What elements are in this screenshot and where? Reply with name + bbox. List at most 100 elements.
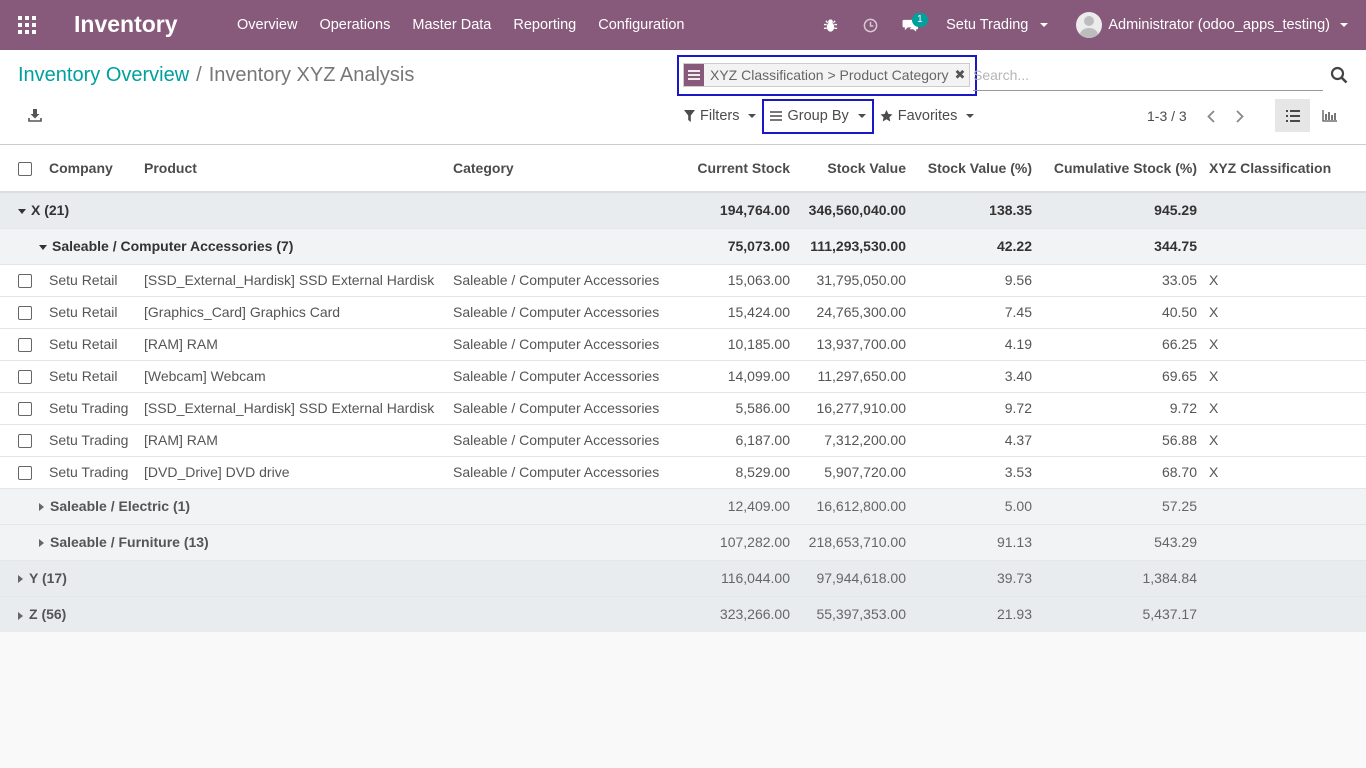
favorites-button[interactable]: Favorites: [874, 100, 981, 132]
cell-stock: 14,099.00: [679, 359, 796, 392]
group-value-pct: 138.35: [912, 191, 1038, 228]
group-row-furniture[interactable]: Saleable / Furniture (13) 107,282.00 218…: [0, 523, 1366, 560]
group-cum-pct: 5,437.17: [1038, 595, 1203, 632]
group-by-button[interactable]: Group By: [762, 98, 874, 134]
group-row-y[interactable]: Y (17) 116,044.00 97,944,618.00 39.73 1,…: [0, 559, 1366, 596]
table-row[interactable]: Setu Trading [RAM] RAM Saleable / Comput…: [0, 423, 1366, 456]
cell-value: 5,907,720.00: [796, 455, 912, 488]
menu-master-data[interactable]: Master Data: [401, 0, 502, 50]
chevron-left-icon[interactable]: [1202, 106, 1220, 126]
company-switcher[interactable]: Setu Trading: [930, 0, 1062, 50]
row-checkbox[interactable]: [18, 434, 32, 449]
cell-value-pct: 3.53: [912, 455, 1038, 488]
breadcrumb-parent[interactable]: Inventory Overview: [18, 64, 189, 87]
filters-button[interactable]: Filters: [678, 100, 762, 132]
row-checkbox[interactable]: [18, 370, 32, 385]
col-cumulative-stock-pct[interactable]: Cumulative Stock (%): [1038, 145, 1203, 193]
search-bar: XYZ Classification > Product Category ✖: [677, 55, 1353, 96]
col-current-stock[interactable]: Current Stock: [679, 145, 796, 193]
chat-icon[interactable]: 1: [890, 0, 930, 50]
filter-icon: [684, 110, 695, 122]
menu-reporting[interactable]: Reporting: [502, 0, 587, 50]
cell-value: 31,795,050.00: [796, 263, 912, 296]
row-checkbox[interactable]: [18, 466, 32, 481]
graph-view-icon[interactable]: [1313, 99, 1345, 132]
col-category[interactable]: Category: [447, 145, 679, 193]
cell-category: Saleable / Computer Accessories: [447, 455, 679, 488]
caret-right-icon: [39, 503, 44, 512]
select-all-cell: [0, 145, 43, 193]
close-icon[interactable]: ✖: [955, 67, 970, 83]
search-options: Filters Group By Favorites: [678, 98, 981, 134]
cell-xyz: X: [1203, 391, 1366, 424]
app-brand[interactable]: Inventory: [74, 11, 178, 38]
cell-company: Setu Retail: [43, 263, 138, 296]
user-name: Administrator (odoo_apps_testing): [1108, 17, 1330, 33]
col-company[interactable]: Company: [43, 145, 138, 193]
row-checkbox[interactable]: [18, 274, 32, 289]
cell-stock: 15,424.00: [679, 295, 796, 328]
table-row[interactable]: Setu Trading [SSD_External_Hardisk] SSD …: [0, 391, 1366, 424]
group-cum-pct: 344.75: [1038, 227, 1203, 264]
group-cum-pct: 57.25: [1038, 487, 1203, 524]
pager-value[interactable]: 1-3 / 3: [1147, 108, 1187, 124]
cell-cum-pct: 66.25: [1038, 327, 1203, 360]
select-all-checkbox[interactable]: [18, 162, 32, 177]
menu-overview[interactable]: Overview: [226, 0, 308, 50]
row-checkbox[interactable]: [18, 402, 32, 417]
group-label: Z (56): [29, 606, 67, 623]
table-row[interactable]: Setu Retail [SSD_External_Hardisk] SSD E…: [0, 263, 1366, 296]
download-icon[interactable]: [28, 108, 42, 122]
table-header: Company Product Category Current Stock S…: [0, 145, 1366, 193]
group-stock: 323,266.00: [679, 595, 796, 632]
caret-right-icon: [18, 611, 23, 620]
row-checkbox[interactable]: [18, 338, 32, 353]
cell-xyz: X: [1203, 295, 1366, 328]
clock-icon[interactable]: [850, 0, 890, 50]
col-stock-value-pct[interactable]: Stock Value (%): [912, 145, 1038, 193]
table-row[interactable]: Setu Trading [DVD_Drive] DVD drive Salea…: [0, 455, 1366, 488]
table-row[interactable]: Setu Retail [RAM] RAM Saleable / Compute…: [0, 327, 1366, 360]
group-row-computer-accessories[interactable]: Saleable / Computer Accessories (7) 75,0…: [0, 227, 1366, 264]
cell-value: 13,937,700.00: [796, 327, 912, 360]
xyz-analysis-table: Company Product Category Current Stock S…: [0, 145, 1366, 632]
table-row[interactable]: Setu Retail [Webcam] Webcam Saleable / C…: [0, 359, 1366, 392]
col-xyz-classification[interactable]: XYZ Classification: [1203, 145, 1366, 193]
messages-badge: 1: [912, 13, 928, 27]
group-by-label: Group By: [787, 108, 849, 124]
menu-operations[interactable]: Operations: [308, 0, 401, 50]
table-row[interactable]: Setu Retail [Graphics_Card] Graphics Car…: [0, 295, 1366, 328]
group-stock: 194,764.00: [679, 191, 796, 228]
menu-configuration[interactable]: Configuration: [587, 0, 695, 50]
group-value: 16,612,800.00: [796, 487, 912, 524]
list-view-icon[interactable]: [1275, 99, 1310, 132]
row-checkbox[interactable]: [18, 306, 32, 321]
group-row-x[interactable]: X (21) 194,764.00 346,560,040.00 138.35 …: [0, 191, 1366, 228]
breadcrumb: Inventory Overview / Inventory XYZ Analy…: [18, 64, 414, 87]
cell-xyz: X: [1203, 423, 1366, 456]
search-facet-groupby[interactable]: XYZ Classification > Product Category ✖: [683, 63, 971, 87]
cell-company: Setu Retail: [43, 359, 138, 392]
cell-category: Saleable / Computer Accessories: [447, 263, 679, 296]
group-label: Saleable / Electric (1): [50, 498, 191, 514]
cell-stock: 6,187.00: [679, 423, 796, 456]
group-row-electric[interactable]: Saleable / Electric (1) 12,409.00 16,612…: [0, 487, 1366, 524]
cell-value-pct: 3.40: [912, 359, 1038, 392]
star-icon: [880, 110, 893, 122]
apps-menu-icon[interactable]: [18, 16, 36, 34]
bug-icon[interactable]: [810, 0, 850, 50]
user-menu[interactable]: Administrator (odoo_apps_testing): [1062, 0, 1366, 50]
cell-stock: 5,586.00: [679, 391, 796, 424]
caret-down-icon: [18, 209, 26, 215]
chevron-right-icon[interactable]: [1231, 106, 1249, 126]
col-product[interactable]: Product: [138, 145, 447, 193]
col-stock-value[interactable]: Stock Value: [796, 145, 912, 193]
cell-category: Saleable / Computer Accessories: [447, 295, 679, 328]
caret-right-icon: [18, 575, 23, 584]
search-icon[interactable]: [1330, 66, 1348, 84]
group-row-z[interactable]: Z (56) 323,266.00 55,397,353.00 21.93 5,…: [0, 595, 1366, 632]
cell-xyz: X: [1203, 327, 1366, 360]
search-input[interactable]: [973, 63, 1323, 87]
cell-value-pct: 4.19: [912, 327, 1038, 360]
cell-value: 7,312,200.00: [796, 423, 912, 456]
